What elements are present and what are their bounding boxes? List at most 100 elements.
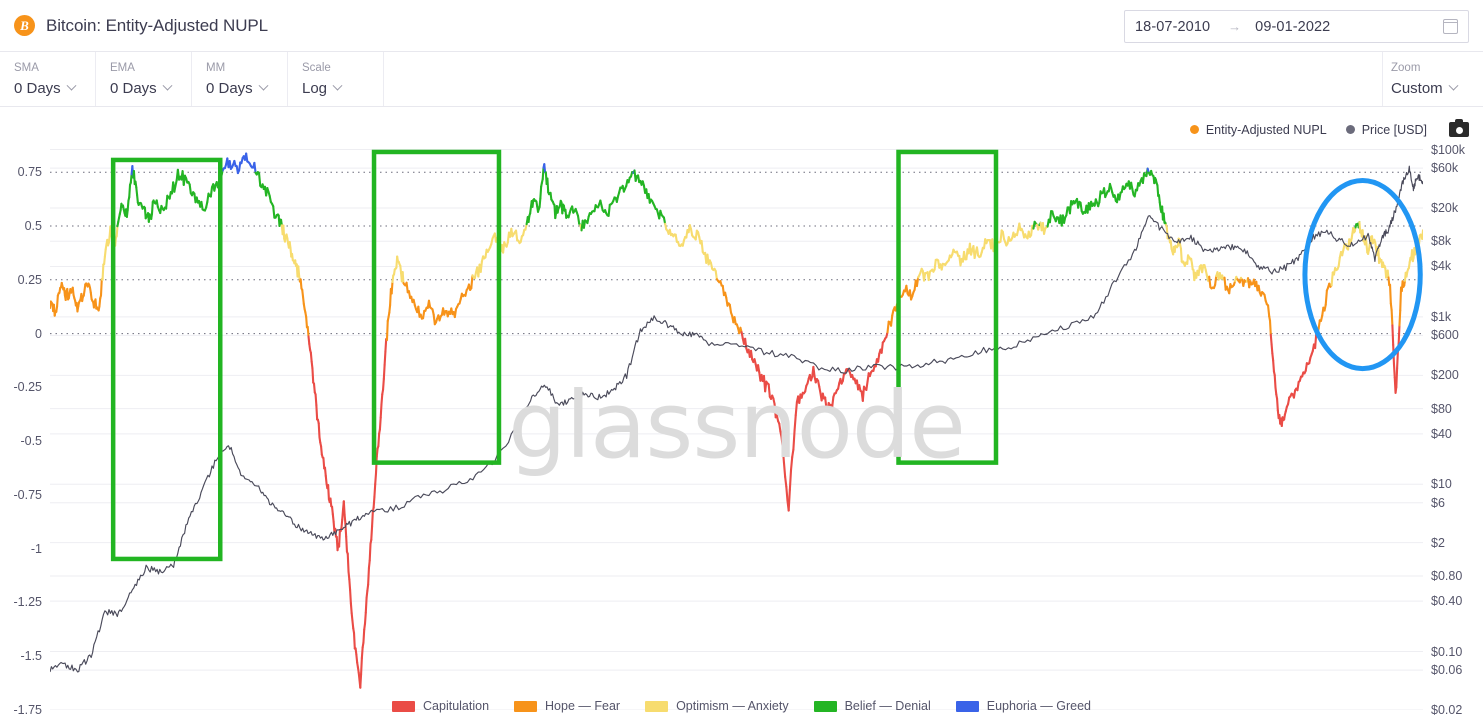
nupl-segment — [877, 352, 881, 363]
cycle-top-box-3[interactable] — [896, 149, 999, 465]
bitcoin-icon: B — [14, 15, 35, 36]
zone-legend-swatch — [645, 700, 669, 712]
legend-item-nupl[interactable]: Entity-Adjusted NUPL — [1189, 123, 1327, 137]
zone-legend-item[interactable]: Belief — Denial — [813, 699, 931, 713]
nupl-segment — [64, 289, 68, 302]
ema-control[interactable]: EMA 0 Days — [96, 52, 192, 106]
sma-control[interactable]: SMA 0 Days — [0, 52, 96, 106]
zone-legend-item[interactable]: Euphoria — Greed — [955, 699, 1091, 713]
scale-control[interactable]: Scale Log — [288, 52, 384, 106]
nupl-segment — [890, 314, 894, 327]
date-to-value[interactable]: 09-01-2022 — [1255, 19, 1330, 35]
nupl-segment — [253, 161, 257, 174]
nupl-segment — [962, 250, 967, 261]
nupl-segment — [1397, 324, 1401, 345]
nupl-segment — [370, 525, 374, 541]
nupl-segment — [933, 258, 937, 271]
nupl-segment — [1396, 350, 1399, 370]
y-axis-left-tick: -1.25 — [13, 595, 43, 610]
nupl-segment — [323, 466, 327, 477]
nupl-segment — [63, 287, 66, 297]
date-from-value[interactable]: 18-07-2010 — [1135, 19, 1210, 35]
cycle-top-box-1[interactable] — [110, 157, 223, 562]
y-axis-right-tick: $1k — [1431, 309, 1452, 324]
nupl-segment — [1388, 283, 1392, 305]
nupl-segment — [991, 238, 995, 253]
mm-label: MM — [206, 62, 226, 74]
nupl-segment — [382, 363, 386, 380]
zone-legend-item[interactable]: Optimism — Anxiety — [645, 699, 789, 713]
zone-legend-label: Capitulation — [423, 699, 490, 713]
mm-value-text: 0 Days — [206, 80, 253, 97]
y-axis-right-tick: $20k — [1431, 201, 1459, 215]
nupl-segment — [546, 177, 550, 194]
nupl-segment — [1330, 271, 1334, 287]
nupl-segment — [312, 382, 316, 394]
mm-control[interactable]: MM 0 Days — [192, 52, 288, 106]
y-axis-right-tick: $2 — [1431, 535, 1445, 550]
nupl-segment — [367, 559, 371, 570]
y-axis-right-tick: $10 — [1431, 477, 1452, 492]
y-axis-left-tick: -0.25 — [13, 380, 43, 395]
nupl-segment — [373, 483, 377, 498]
zone-legend-item[interactable]: Capitulation — [392, 699, 489, 713]
nupl-segment — [1266, 304, 1271, 318]
nupl-segment — [331, 505, 334, 516]
cycle-top-box-2[interactable] — [371, 149, 502, 465]
nupl-segment — [368, 542, 372, 562]
nupl-segment — [539, 185, 543, 200]
chevron-down-icon — [332, 80, 343, 91]
plot-canvas[interactable]: glassnode — [50, 140, 1423, 710]
nupl-segment — [115, 225, 119, 238]
nupl-segment — [1276, 397, 1279, 412]
y-axis-right-tick: $600 — [1431, 328, 1459, 343]
nupl-segment — [375, 447, 379, 458]
y-axis-right-tick: $200 — [1431, 368, 1459, 383]
nupl-segment — [1398, 309, 1402, 327]
y-axis-right-tick: $4k — [1431, 259, 1452, 274]
y-axis-left-tick: 0.75 — [17, 165, 42, 180]
nupl-segment — [200, 200, 204, 211]
nupl-segment — [297, 265, 301, 277]
chevron-down-icon — [1448, 80, 1459, 91]
date-range-picker[interactable]: 18-07-2010 → 09-01-2022 — [1124, 10, 1469, 43]
current-cycle-circle[interactable] — [1302, 177, 1423, 372]
app-header: B Bitcoin: Entity-Adjusted NUPL 18-07-20… — [0, 0, 1483, 52]
nupl-segment — [1162, 212, 1166, 224]
nupl-segment — [479, 260, 483, 273]
nupl-segment — [1157, 194, 1161, 204]
zoom-value[interactable]: Custom — [1391, 78, 1483, 99]
nupl-segment — [317, 422, 321, 439]
calendar-icon[interactable] — [1443, 19, 1458, 34]
nupl-segment — [315, 404, 319, 421]
zone-legend-item[interactable]: Hope — Fear — [514, 699, 620, 713]
camera-icon[interactable] — [1449, 119, 1469, 137]
nupl-segment — [1156, 184, 1160, 197]
scale-value-text: Log — [302, 80, 328, 97]
nupl-segment — [390, 280, 394, 295]
nupl-segment — [378, 416, 382, 431]
mm-value[interactable]: 0 Days — [206, 78, 287, 99]
ema-value[interactable]: 0 Days — [110, 78, 191, 99]
legend-item-price[interactable]: Price [USD] — [1345, 123, 1427, 137]
nupl-segment — [927, 270, 931, 282]
nupl-segment — [714, 269, 718, 281]
zoom-control[interactable]: Zoom Custom — [1391, 52, 1483, 106]
nupl-segment — [209, 186, 214, 198]
nupl-segment — [103, 255, 106, 266]
nupl-segment — [327, 484, 330, 501]
nupl-segment — [309, 351, 313, 363]
y-axis-nupl: 0.75 0.5 0.25 0 -0.25 -0.5 -0.75 -1 -1.25 -1.5 -1.… — [0, 140, 46, 721]
y-axis-left-tick: 0 — [35, 326, 42, 341]
nupl-segment — [453, 308, 458, 319]
nupl-segment — [322, 457, 326, 470]
nupl-segment — [749, 349, 754, 361]
scale-value[interactable]: Log — [302, 78, 383, 99]
nupl-segment — [1201, 264, 1205, 274]
nupl-segment — [514, 229, 519, 242]
nupl-segment — [385, 319, 389, 342]
nupl-segment — [245, 152, 249, 163]
zone-legend-label: Belief — Denial — [844, 699, 931, 713]
nupl-segment — [700, 239, 704, 254]
sma-value[interactable]: 0 Days — [14, 78, 95, 99]
